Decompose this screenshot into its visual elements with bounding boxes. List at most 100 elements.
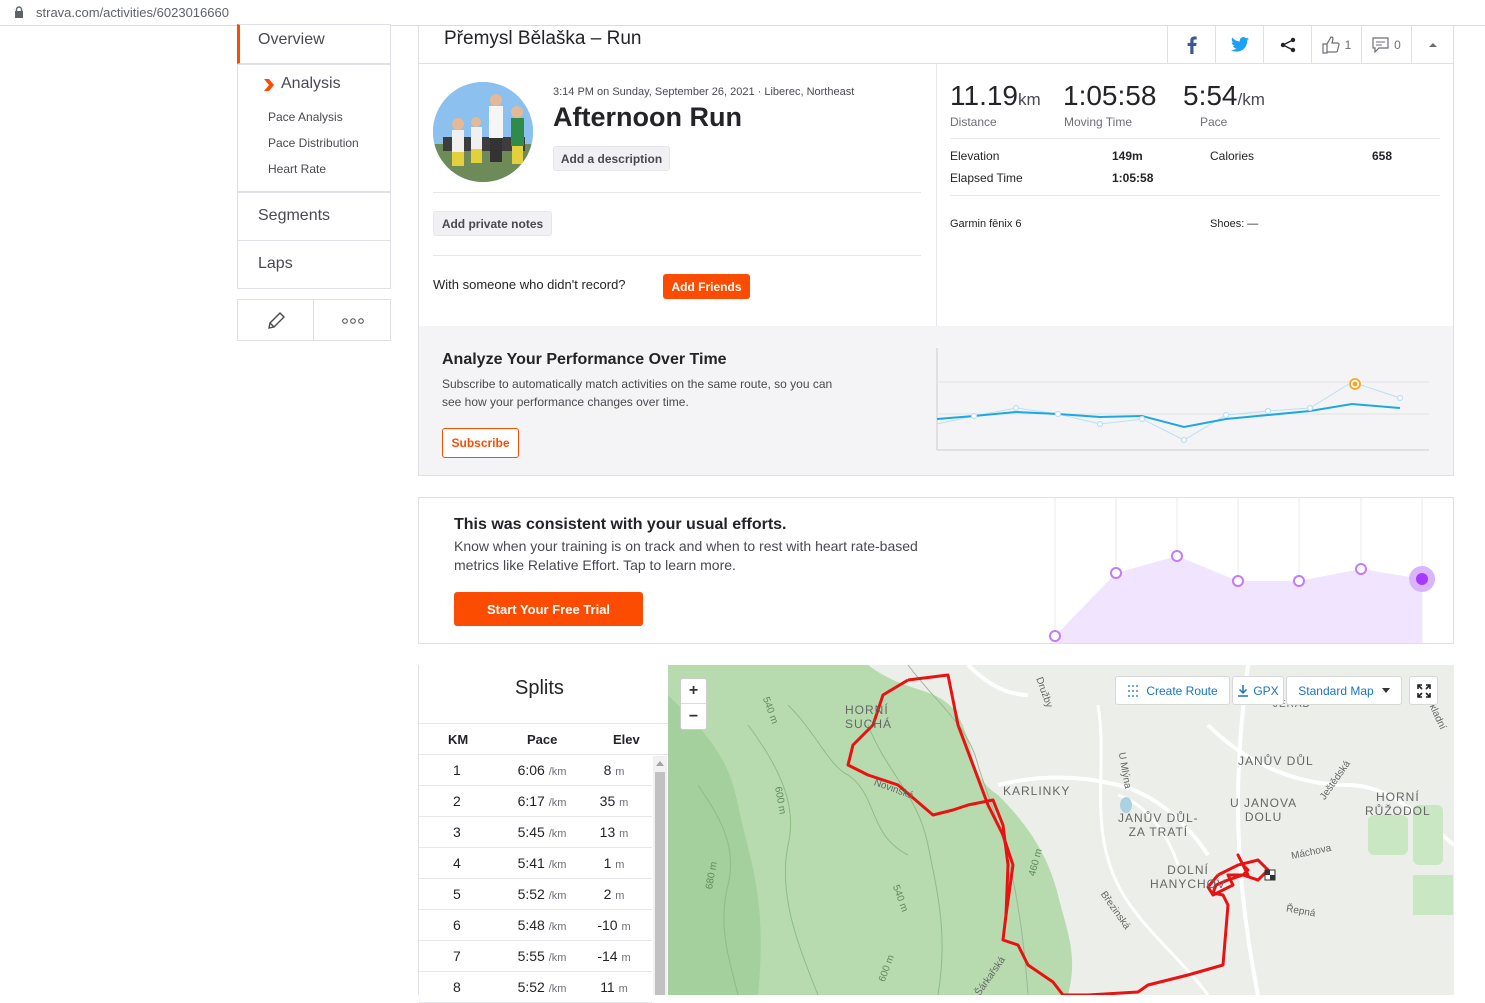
sidebar-item-overview[interactable]: Overview — [237, 24, 391, 64]
splits-scrollbar[interactable] — [653, 756, 667, 995]
comments-button[interactable]: 0 — [1361, 26, 1411, 63]
sidebar-item-label: Laps — [258, 255, 293, 272]
chart-point — [1222, 411, 1230, 419]
sidebar-subitem-pace-analysis[interactable]: Pace Analysis — [268, 110, 343, 124]
table-row[interactable]: 6 5:48 /km -10 m — [419, 910, 652, 941]
add-description-button[interactable]: Add a description — [553, 146, 670, 171]
zoom-in-button[interactable]: + — [681, 679, 706, 704]
more-actions-button[interactable] — [313, 299, 391, 341]
create-route-button[interactable]: Create Route — [1115, 676, 1230, 705]
split-km: 1 — [453, 762, 461, 778]
split-elev: 13 m — [599, 824, 629, 840]
sidebar-item-laps[interactable]: Laps — [237, 240, 391, 289]
zoom-controls: + − — [680, 678, 707, 730]
map-canvas[interactable] — [668, 665, 1454, 995]
gpx-label: GPX — [1253, 683, 1279, 698]
chart-point — [1054, 410, 1062, 418]
split-elev: -10 m — [597, 917, 631, 933]
chart-highlight-center — [1352, 381, 1358, 387]
pace-stat: 5:54/km — [1183, 80, 1265, 112]
activity-meta: 3:14 PM on Sunday, September 26, 2021 · … — [553, 86, 855, 98]
chart-point — [1096, 420, 1104, 428]
pace-label: Pace — [1200, 115, 1228, 129]
subscribe-button[interactable]: Subscribe — [442, 428, 519, 458]
ellipsis-icon — [342, 318, 364, 324]
divider — [419, 723, 669, 724]
sidebar-subitem-heart-rate[interactable]: Heart Rate — [268, 162, 326, 176]
map-label-u-janova-dolu: U JANOVA DOLU — [1230, 796, 1298, 824]
calories-value: 658 — [1372, 149, 1393, 163]
park-area — [1413, 875, 1453, 915]
url-text[interactable]: strava.com/activities/6023016660 — [36, 5, 229, 20]
relative-effort-upsell[interactable]: This was consistent with your usual effo… — [418, 497, 1454, 644]
table-row[interactable]: 3 5:45 /km 13 m — [419, 817, 652, 848]
analysis-chevron-icon — [264, 79, 274, 91]
share-facebook-button[interactable] — [1167, 26, 1215, 63]
chart-faded-line — [936, 381, 1401, 441]
relative-effort-chart — [1049, 498, 1435, 643]
table-row[interactable]: 4 5:41 /km 1 m — [419, 848, 652, 879]
collapse-button[interactable] — [1411, 26, 1453, 63]
share-twitter-button[interactable] — [1215, 26, 1263, 63]
scrollbar-thumb[interactable] — [655, 772, 665, 995]
share-button[interactable] — [1263, 26, 1311, 63]
splits-title: Splits — [515, 677, 564, 699]
splits-header-pace: Pace — [527, 732, 558, 747]
chart-point — [1049, 630, 1061, 642]
chart-point — [1110, 567, 1122, 579]
chart-point — [1180, 436, 1188, 444]
sidebar-item-analysis[interactable]: Analysis Pace Analysis Pace Distribution… — [237, 64, 391, 192]
elevation-value: 149m — [1112, 149, 1143, 163]
distance-label: Distance — [950, 115, 997, 129]
zoom-out-button[interactable]: − — [681, 704, 706, 729]
lock-icon — [15, 6, 23, 18]
chart-point — [1232, 575, 1244, 587]
map-type-dropdown[interactable]: Standard Map — [1286, 676, 1402, 705]
distance-unit: km — [1018, 90, 1041, 109]
divider — [950, 138, 1440, 139]
divider — [433, 255, 921, 256]
edit-button[interactable] — [237, 299, 314, 341]
table-row[interactable]: 8 5:52 /km 11 m — [419, 972, 652, 1003]
split-elev: 8 m — [603, 762, 625, 778]
chart-current-point — [1416, 573, 1428, 585]
elevation-label: Elevation — [950, 149, 1000, 163]
comment-count: 0 — [1394, 37, 1401, 52]
distance-value: 11.19 — [950, 80, 1018, 111]
performance-upsell: Analyze Your Performance Over Time Subsc… — [419, 326, 1453, 475]
table-row[interactable]: 7 5:55 /km -14 m — [419, 941, 652, 972]
park-area — [1368, 815, 1408, 855]
performance-trend-chart[interactable] — [934, 348, 1434, 454]
split-pace: 6:17 /km — [517, 793, 567, 809]
sidebar-item-segments[interactable]: Segments — [237, 192, 391, 241]
chart-point — [1138, 415, 1146, 423]
chart-point — [1306, 404, 1314, 412]
activity-summary-card: 3:14 PM on Sunday, September 26, 2021 · … — [418, 63, 1454, 476]
scroll-up-icon[interactable] — [656, 760, 664, 766]
route-map[interactable]: HORNÍ SUCHÁ KARLINKY JANŮV DŮL U JANOVA … — [668, 665, 1454, 995]
gpx-download-button[interactable]: GPX — [1232, 676, 1284, 705]
table-row[interactable]: 1 6:06 /km 8 m — [419, 755, 652, 786]
split-km: 3 — [453, 824, 461, 840]
add-private-notes-button[interactable]: Add private notes — [433, 211, 552, 236]
start-free-trial-button[interactable]: Start Your Free Trial — [454, 592, 643, 626]
map-label-januv-dul-za-trati: JANŮV DŮL- ZA TRATÍ — [1118, 811, 1199, 839]
caret-up-icon — [1428, 43, 1437, 47]
finish-flag-icon — [1264, 869, 1276, 881]
sidebar-subitem-pace-distribution[interactable]: Pace Distribution — [268, 136, 359, 150]
add-friends-button[interactable]: Add Friends — [663, 274, 750, 299]
divider — [433, 192, 921, 193]
fullscreen-button[interactable] — [1409, 676, 1438, 705]
chart-point — [1396, 394, 1404, 402]
table-row[interactable]: 5 5:52 /km 2 m — [419, 879, 652, 910]
table-row[interactable]: 2 6:17 /km 35 m — [419, 786, 652, 817]
performance-desc-1: Subscribe to automatically match activit… — [442, 377, 833, 391]
splits-panel: Splits KM Pace Elev 1 6:06 /km 8 m 2 6:17 /k… — [418, 665, 669, 1003]
performance-title: Analyze Your Performance Over Time — [442, 351, 727, 368]
browser-url-bar[interactable]: strava.com/activities/6023016660 — [0, 0, 1485, 26]
split-pace: 5:52 /km — [517, 979, 567, 995]
map-label-karlinky: KARLINKY — [1003, 784, 1071, 798]
avatar[interactable] — [433, 82, 533, 182]
sidebar-item-label: Overview — [258, 31, 325, 48]
kudos-button[interactable]: 1 — [1311, 26, 1361, 63]
